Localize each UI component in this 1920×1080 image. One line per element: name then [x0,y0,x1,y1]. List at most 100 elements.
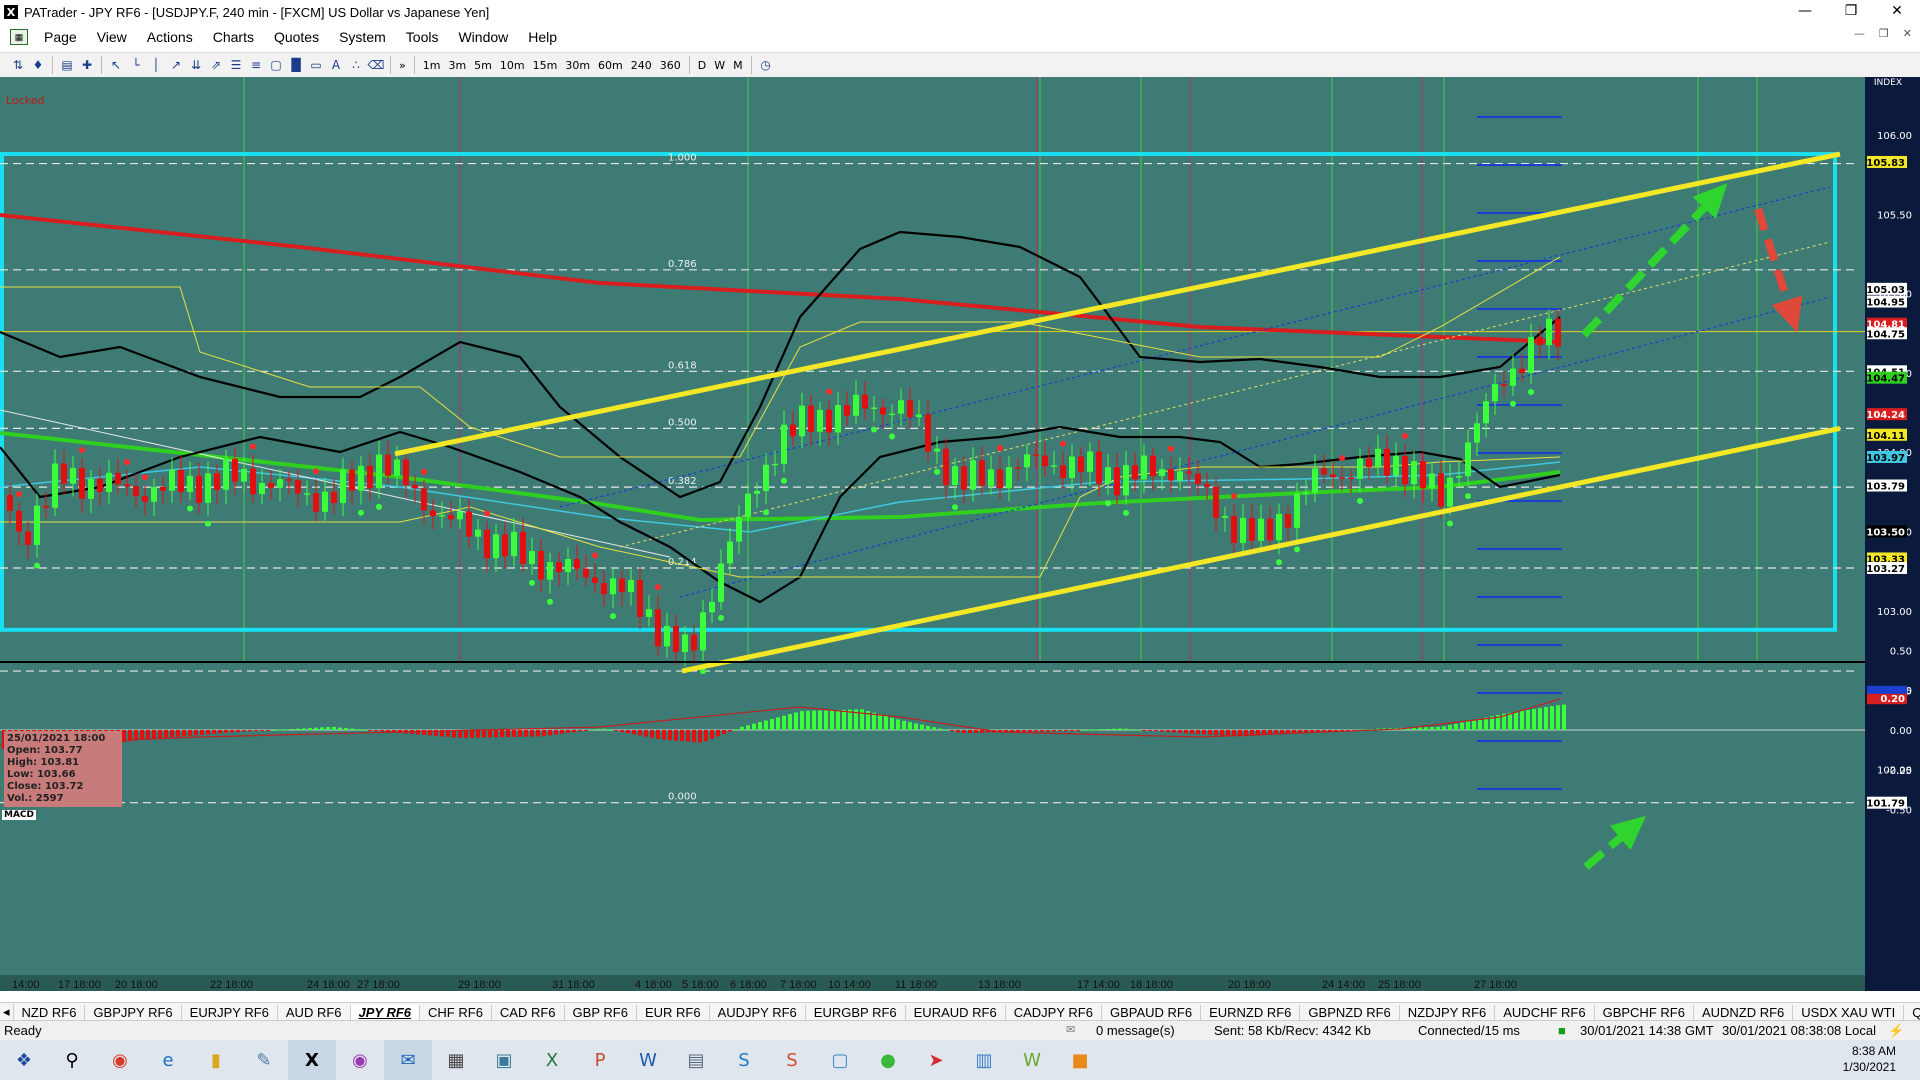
order-icon[interactable]: ♦ [28,56,48,74]
period-weekly[interactable]: W [710,59,729,72]
text-tool-icon[interactable]: A [326,56,346,74]
app-window-icon[interactable]: ▤ [672,1040,720,1080]
symbol-tab[interactable]: NZD RF6 [14,1004,86,1020]
period-monthly[interactable]: M [729,59,747,72]
toolbar-more[interactable]: » [395,59,410,72]
buy-sell-icon[interactable]: ⇅ [8,56,28,74]
menu-window[interactable]: Window [448,29,518,45]
outlook-icon[interactable]: ✉ [384,1040,432,1080]
erase-icon[interactable]: ⌫ [366,56,386,74]
symbol-tab[interactable]: AUDCHF RF6 [1495,1004,1595,1020]
windows-start-icon[interactable]: ❖ [0,1040,48,1080]
symbol-tab[interactable]: EURNZD RF6 [1201,1004,1301,1020]
tf-3m[interactable]: 3m [444,59,470,72]
edge-icon[interactable]: e [144,1040,192,1080]
tf-5m[interactable]: 5m [470,59,496,72]
rectangle-icon[interactable]: ▭ [306,56,326,74]
crosshair-icon[interactable]: ✚ [77,56,97,74]
network-app-icon[interactable]: ▥ [960,1040,1008,1080]
photos-icon[interactable]: ▣ [480,1040,528,1080]
period-daily[interactable]: D [694,59,710,72]
tf-360[interactable]: 360 [656,59,685,72]
tf-1m[interactable]: 1m [419,59,445,72]
menu-actions[interactable]: Actions [137,29,203,45]
tf-15m[interactable]: 15m [529,59,562,72]
menu-tools[interactable]: Tools [396,29,449,45]
symbol-tab[interactable]: AUDJPY RF6 [710,1004,806,1020]
menu-charts[interactable]: Charts [203,29,264,45]
symbol-tab[interactable]: EUR RF6 [637,1004,710,1020]
symbol-tab[interactable]: GBPNZD RF6 [1300,1004,1400,1020]
fib-extension-icon[interactable]: ≡ [246,56,266,74]
menu-view[interactable]: View [87,29,137,45]
snip-tool-icon[interactable]: ✎ [240,1040,288,1080]
close-icon[interactable]: ✕ [1874,0,1920,24]
excel-icon[interactable]: X [528,1040,576,1080]
mdi-restore-icon[interactable]: ❐ [1879,27,1889,40]
chart-area[interactable]: 106.00105.50105.00104.50104.00103.50103.… [0,77,1920,991]
monitor-icon[interactable]: ▢ [816,1040,864,1080]
channel-icon[interactable]: ⇊ [186,56,206,74]
fib-retracement-icon[interactable]: ☰ [226,56,246,74]
symbol-tab[interactable]: GBPAUD RF6 [1102,1004,1202,1020]
mdi-close-icon[interactable]: ✕ [1903,27,1912,40]
symbol-tab[interactable]: JPY RF6 [350,1004,421,1020]
symbol-tab[interactable]: AUDNZD RF6 [1694,1004,1794,1020]
page-icon[interactable]: ▦ [10,29,28,45]
menu-page[interactable]: Page [34,29,87,45]
patrader-taskbar-icon[interactable]: X [288,1040,336,1080]
green-app-icon[interactable]: ● [864,1040,912,1080]
fib-fan-icon[interactable]: ⇗ [206,56,226,74]
chart-type-icon[interactable]: ▤ [57,56,77,74]
s-app-red-icon[interactable]: S [768,1040,816,1080]
symbol-tab[interactable]: GBP RF6 [565,1004,637,1020]
tab-scroll-left-icon[interactable]: ◂ [0,1004,14,1020]
powerpoint-icon[interactable]: P [576,1040,624,1080]
cursor-icon[interactable]: ↖ [106,56,126,74]
candle-body [1051,465,1057,467]
orange-app-icon[interactable]: ■ [1056,1040,1104,1080]
symbol-tab[interactable]: USDX XAU WTI [1793,1004,1905,1020]
onenote-icon[interactable]: ◉ [336,1040,384,1080]
symbol-tab[interactable]: CAD RF6 [492,1004,565,1020]
s-app-blue-icon[interactable]: S [720,1040,768,1080]
symbol-tab[interactable]: CADJPY RF6 [1006,1004,1102,1020]
symbol-tab[interactable]: GBPJPY RF6 [85,1004,182,1020]
menu-help[interactable]: Help [518,29,567,45]
gann-icon[interactable]: ▢ [266,56,286,74]
candle-body [889,413,895,416]
cycle-lines-icon[interactable]: █ [286,56,306,74]
menu-system[interactable]: System [329,29,396,45]
symbol-tab[interactable]: EURJPY RF6 [182,1004,278,1020]
vline-icon[interactable]: │ [146,56,166,74]
symbol-tab[interactable]: EURAUD RF6 [906,1004,1006,1020]
symbol-tab[interactable]: CHF RF6 [420,1004,492,1020]
search-icon[interactable]: ⚲ [48,1040,96,1080]
taskbar-clock[interactable]: 8:38 AM 1/30/2021 [1843,1043,1896,1075]
mdi-minimize-icon[interactable]: — [1854,27,1865,40]
menu-quotes[interactable]: Quotes [264,29,329,45]
symbol-tab[interactable]: AUD RF6 [278,1004,351,1020]
red-bird-icon[interactable]: ➤ [912,1040,960,1080]
hline-icon[interactable]: └ [126,56,146,74]
symbol-tab[interactable]: EURGBP RF6 [806,1004,906,1020]
symbol-tab[interactable]: QL-Majors [1904,1005,1920,1020]
file-explorer-icon[interactable]: ▮ [192,1040,240,1080]
trendline-icon[interactable]: ↗ [166,56,186,74]
tf-240[interactable]: 240 [627,59,656,72]
calculator-icon[interactable]: ▦ [432,1040,480,1080]
tf-10m[interactable]: 10m [496,59,529,72]
chrome-icon[interactable]: ◉ [96,1040,144,1080]
word-icon[interactable]: W [624,1040,672,1080]
minimize-icon[interactable]: — [1782,0,1828,24]
symbol-tab[interactable]: NZDJPY RF6 [1400,1004,1496,1020]
tf-60m[interactable]: 60m [594,59,627,72]
restore-icon[interactable]: ❐ [1828,0,1874,24]
clock-icon[interactable]: ◷ [756,56,776,74]
pitchfork-icon[interactable]: ∴ [346,56,366,74]
price-chart[interactable]: 106.00105.50105.00104.50104.00103.50103.… [0,77,1920,991]
symbol-tab[interactable]: GBPCHF RF6 [1595,1004,1694,1020]
time-axis-label: 25 18:00 [1378,979,1421,991]
w-app-icon[interactable]: W [1008,1040,1056,1080]
tf-30m[interactable]: 30m [561,59,594,72]
